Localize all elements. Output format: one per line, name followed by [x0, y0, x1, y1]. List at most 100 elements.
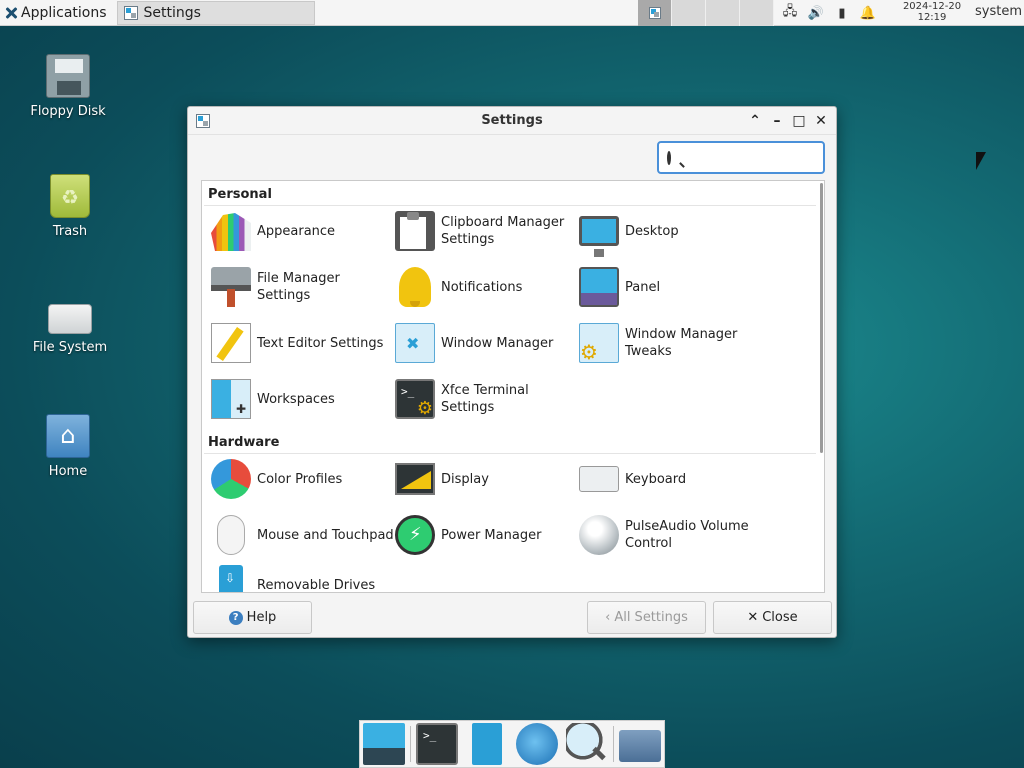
search-box[interactable] — [657, 141, 847, 174]
trash-icon — [50, 174, 90, 218]
search-icon — [667, 150, 671, 165]
network-icon[interactable]: 🖧 — [782, 4, 798, 21]
power-icon — [395, 515, 435, 555]
bottom-dock — [359, 720, 665, 768]
settings-item-label: Workspaces — [257, 391, 335, 407]
dock-separator — [613, 726, 614, 762]
window-controls: ⌃ – □ ✕ — [746, 111, 830, 131]
window-title: Settings — [481, 113, 543, 128]
workspaces-icon — [211, 379, 251, 419]
panel-icon — [579, 267, 619, 307]
help-icon: ? — [228, 610, 243, 625]
maximize-button[interactable]: □ — [790, 111, 808, 131]
settings-item-power-manager[interactable]: Power Manager — [395, 511, 579, 559]
desktop-icon-trash[interactable]: Trash — [20, 174, 120, 239]
settings-item-text-editor[interactable]: Text Editor Settings — [211, 319, 395, 367]
settings-item-pulseaudio[interactable]: PulseAudio Volume Control — [579, 511, 763, 559]
window-manager-icon — [395, 323, 435, 363]
minimize-button[interactable]: – — [768, 111, 786, 131]
settings-item-label: Notifications — [441, 279, 523, 295]
settings-item-notifications[interactable]: Notifications — [395, 263, 579, 311]
settings-item-clipboard-manager[interactable]: Clipboard Manager Settings — [395, 207, 579, 255]
settings-item-workspaces[interactable]: Workspaces — [211, 375, 395, 423]
hard-drive-icon — [48, 304, 92, 334]
workspace-1[interactable] — [638, 0, 672, 26]
appearance-icon — [211, 213, 251, 251]
volume-icon[interactable]: 🔊 — [808, 5, 824, 21]
settings-item-label: Removable Drives — [257, 577, 376, 593]
text-editor-icon — [211, 323, 251, 363]
mouse-cursor-icon — [976, 152, 986, 170]
workspace-4[interactable] — [740, 0, 774, 26]
settings-app-icon — [648, 7, 661, 19]
taskbar-button-settings[interactable]: Settings — [116, 0, 315, 25]
settings-item-label: Power Manager — [441, 527, 542, 543]
settings-item-appearance[interactable]: Appearance — [211, 207, 395, 255]
settings-item-desktop[interactable]: Desktop — [579, 207, 763, 257]
folder-icon[interactable] — [619, 730, 661, 762]
keyboard-icon — [579, 466, 619, 492]
clock[interactable]: 2024-12-20 12:19 — [894, 1, 970, 23]
applications-menu-button[interactable]: Applications — [0, 0, 111, 26]
section-title-hardware: Hardware — [208, 435, 280, 450]
clock-time: 12:19 — [917, 12, 947, 23]
vertical-scrollbar[interactable] — [820, 183, 823, 453]
desktop-icon-label: Floppy Disk — [30, 104, 106, 119]
clock-date: 2024-12-20 — [902, 1, 962, 12]
workspace-3[interactable] — [706, 0, 740, 26]
shade-button[interactable]: ⌃ — [746, 111, 764, 131]
file-manager-icon — [211, 267, 251, 307]
search-input[interactable] — [677, 145, 847, 170]
app-finder-icon[interactable] — [566, 723, 608, 765]
display-icon — [395, 463, 435, 495]
settings-item-label: Keyboard — [625, 471, 687, 487]
settings-item-display[interactable]: Display — [395, 455, 579, 503]
web-browser-icon[interactable] — [516, 723, 558, 765]
help-button[interactable]: ? Help — [193, 601, 312, 634]
workspace-switcher — [638, 0, 774, 26]
color-profiles-icon — [211, 459, 251, 499]
clipboard-icon — [395, 211, 435, 251]
settings-list: Personal Appearance Clipboard Manager Se… — [201, 180, 825, 593]
usb-drive-icon — [219, 565, 243, 592]
settings-app-icon — [123, 5, 138, 20]
desktop-icon-floppy-disk[interactable]: Floppy Disk — [18, 54, 118, 119]
notification-bell-icon[interactable]: 🔔 — [860, 5, 876, 21]
close-button[interactable]: ✕ Close — [713, 601, 832, 634]
top-panel: Applications Settings 🖧 🔊 ▮ 🔔 2024-12-20… — [0, 0, 1024, 26]
settings-item-label: Xfce Terminal Settings — [441, 383, 529, 415]
settings-item-mouse-touchpad[interactable]: Mouse and Touchpad — [211, 511, 395, 559]
desktop-icon-home[interactable]: Home — [18, 414, 118, 479]
xfce-logo-icon — [4, 6, 18, 20]
system-tray: 🖧 🔊 ▮ 🔔 — [782, 0, 876, 26]
desktop-icon-file-system[interactable]: File System — [20, 294, 120, 355]
settings-item-file-manager[interactable]: File Manager Settings — [211, 263, 395, 311]
settings-item-label: Window Manager Tweaks — [625, 327, 738, 359]
all-settings-button[interactable]: ‹ All Settings — [587, 601, 706, 634]
window-manager-tweaks-icon — [579, 323, 619, 364]
settings-item-window-manager[interactable]: Window Manager — [395, 319, 579, 367]
settings-item-window-manager-tweaks[interactable]: Window Manager Tweaks — [579, 319, 763, 367]
user-menu[interactable]: system — [975, 4, 1022, 19]
settings-app-icon[interactable] — [196, 114, 210, 128]
dock-separator — [410, 726, 411, 762]
window-titlebar[interactable]: Settings ⌃ – □ ✕ — [188, 107, 836, 135]
settings-item-label: PulseAudio Volume Control — [625, 519, 749, 551]
section-title-personal: Personal — [208, 187, 272, 202]
home-folder-icon — [46, 414, 90, 458]
settings-item-label: Panel — [625, 279, 661, 295]
settings-item-removable-drives[interactable]: Removable Drives — [211, 561, 395, 593]
file-cabinet-icon[interactable] — [472, 723, 502, 765]
workspace-2[interactable] — [672, 0, 706, 26]
help-label: Help — [246, 610, 277, 625]
settings-item-keyboard[interactable]: Keyboard — [579, 455, 763, 503]
settings-item-panel[interactable]: Panel — [579, 263, 763, 311]
mouse-icon — [217, 515, 245, 555]
terminal-launcher-icon[interactable] — [416, 723, 458, 765]
settings-item-label: Desktop — [625, 223, 679, 239]
settings-item-xfce-terminal[interactable]: Xfce Terminal Settings — [395, 375, 579, 423]
settings-item-color-profiles[interactable]: Color Profiles — [211, 455, 395, 503]
battery-icon[interactable]: ▮ — [834, 5, 850, 21]
show-desktop-icon[interactable] — [363, 723, 405, 765]
close-window-button[interactable]: ✕ — [812, 111, 830, 131]
